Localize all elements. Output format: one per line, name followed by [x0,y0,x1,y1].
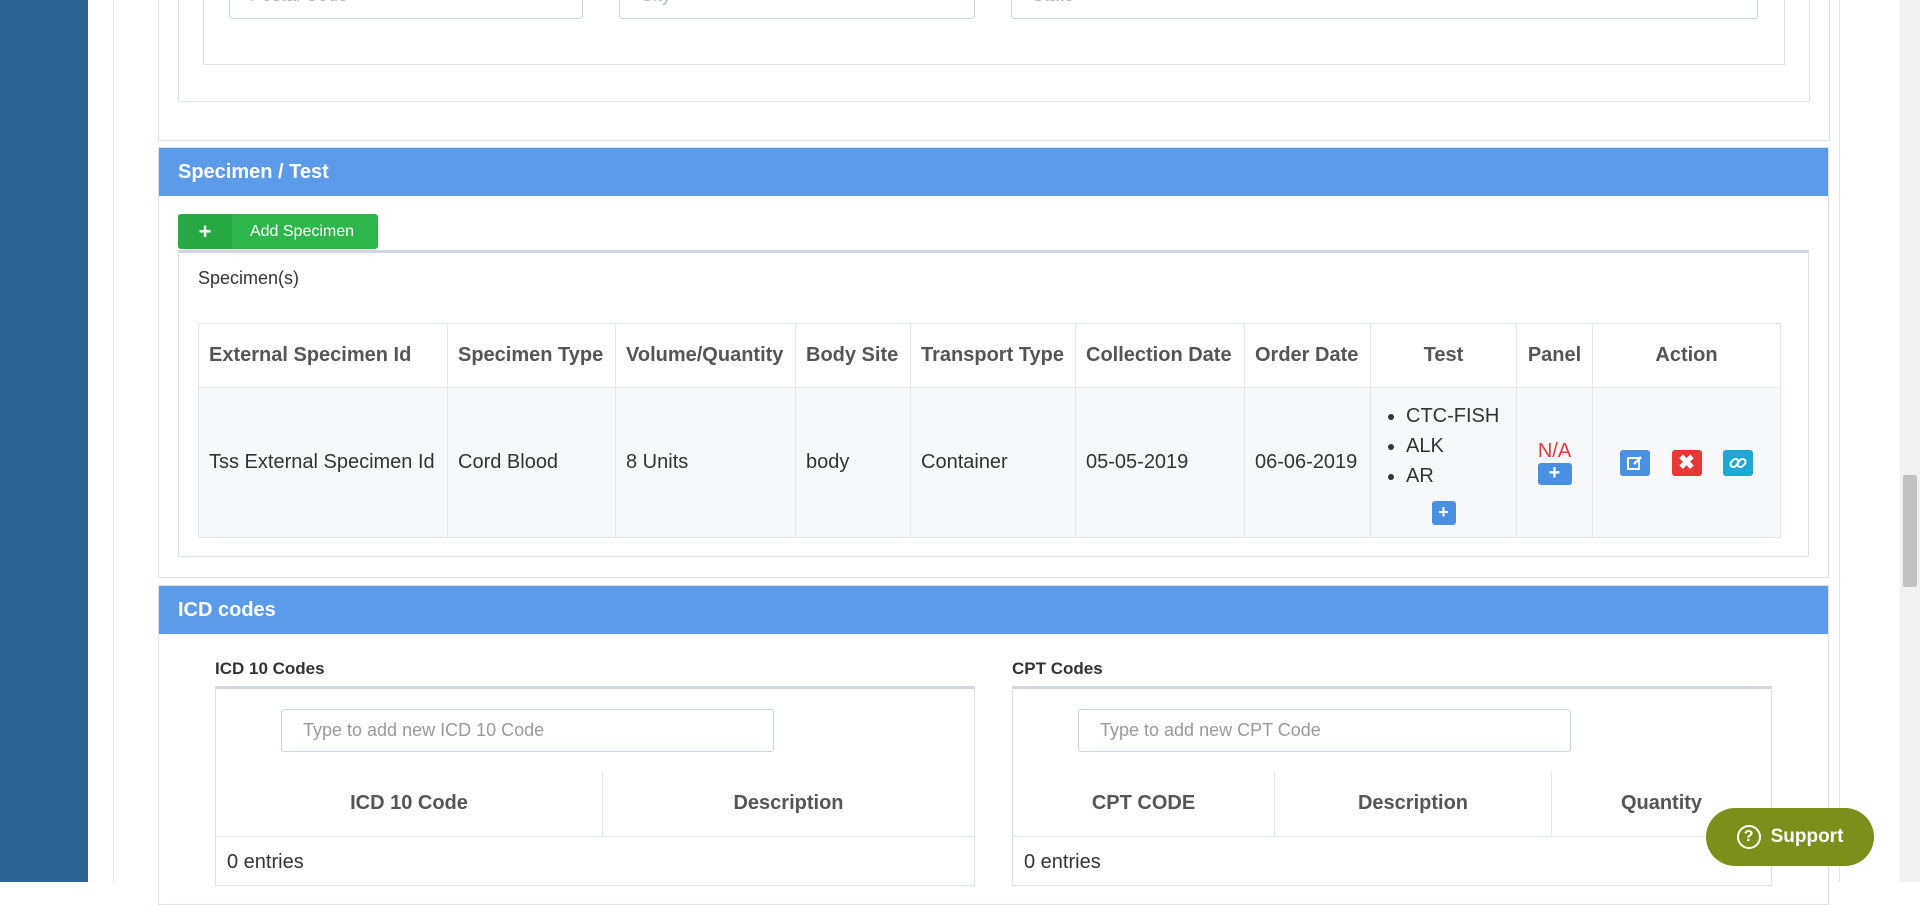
postal-code-input[interactable]: Postal Code [229,0,583,19]
icd-10-codes-label: ICD 10 Codes [215,659,325,678]
state-input[interactable]: State [1011,0,1758,19]
icd-codes-section: ICD codes ICD 10 Codes Type to add new I… [158,585,1829,905]
add-panel-button[interactable]: + [1537,463,1572,485]
plus-icon: + [178,214,232,249]
city-input[interactable]: City [619,0,975,19]
scrollbar-thumb[interactable] [1903,475,1917,587]
order-date: 06-06-2019 [1244,387,1371,538]
section-title: Specimen / Test [159,148,1828,196]
add-specimen-button[interactable]: + Add Specimen [178,214,378,249]
column-header: ICD 10 Code [216,771,603,836]
section-title: ICD codes [159,586,1828,634]
test-cell: CTC-FISH ALK AR + [1370,387,1517,538]
table-row: Tss External Specimen Id Cord Blood 8 Un… [198,387,1781,538]
list-item: ALK [1406,431,1506,461]
support-label: Support [1770,826,1844,847]
panel-cell: N/A + [1516,387,1593,538]
column-header: Specimen Type [447,323,616,388]
left-sidebar [0,0,88,882]
column-header: Order Date [1244,323,1371,388]
column-header: Panel [1516,323,1593,388]
header-divider [216,836,974,837]
column-header: Description [1275,771,1552,836]
cpt-codes-box: Type to add new CPT Code CPT CODE Descri… [1012,686,1772,886]
column-header: External Specimen Id [198,323,448,388]
icd-10-codes-box: Type to add new ICD 10 Code ICD 10 Code … [215,686,975,886]
table-header-row: External Specimen Id Specimen Type Volum… [198,323,1781,388]
column-header: Collection Date [1075,323,1245,388]
delete-icon[interactable]: ✖ [1671,449,1702,476]
specimen-table: External Specimen Id Specimen Type Volum… [198,323,1781,538]
cpt-code-input[interactable]: Type to add new CPT Code [1078,709,1571,752]
specimens-box: Specimen(s) External Specimen Id Specime… [178,250,1809,557]
scrollbar[interactable] [1900,0,1920,882]
list-item: AR [1406,461,1506,491]
column-header: CPT CODE [1013,771,1275,836]
specimen-test-section: Specimen / Test + Add Specimen Specimen(… [158,147,1829,578]
column-header: Body Site [795,323,911,388]
transport-type: Container [910,387,1076,538]
add-test-button[interactable]: + [1431,500,1456,525]
header-divider [1013,836,1771,837]
body-site: body [795,387,911,538]
column-header: Transport Type [910,323,1076,388]
edit-icon[interactable] [1619,449,1650,476]
specimen-type: Cord Blood [447,387,616,538]
column-header: Description [733,792,844,814]
list-item: CTC-FISH [1406,401,1506,431]
collection-date: 05-05-2019 [1075,387,1245,538]
action-cell: ✖ [1592,387,1781,538]
cpt-codes-label: CPT Codes [1012,659,1103,678]
entries-count: 0 entries [227,851,304,873]
volume-quantity: 8 Units [615,387,796,538]
link-icon[interactable] [1723,449,1754,476]
question-circle-icon: ? [1736,825,1761,849]
test-list: CTC-FISH ALK AR [1381,401,1506,491]
add-specimen-label: Add Specimen [249,222,355,240]
entries-count: 0 entries [1024,851,1101,873]
column-header: Volume/Quantity [615,323,796,388]
icd-10-code-input[interactable]: Type to add new ICD 10 Code [281,709,774,752]
column-header: Action [1592,323,1781,388]
panel-value: N/A [1537,440,1572,462]
external-specimen-id: Tss External Specimen Id [198,387,448,538]
column-header: Test [1370,323,1517,388]
specimens-title: Specimen(s) [198,268,300,288]
support-button[interactable]: ? Support [1706,808,1874,866]
